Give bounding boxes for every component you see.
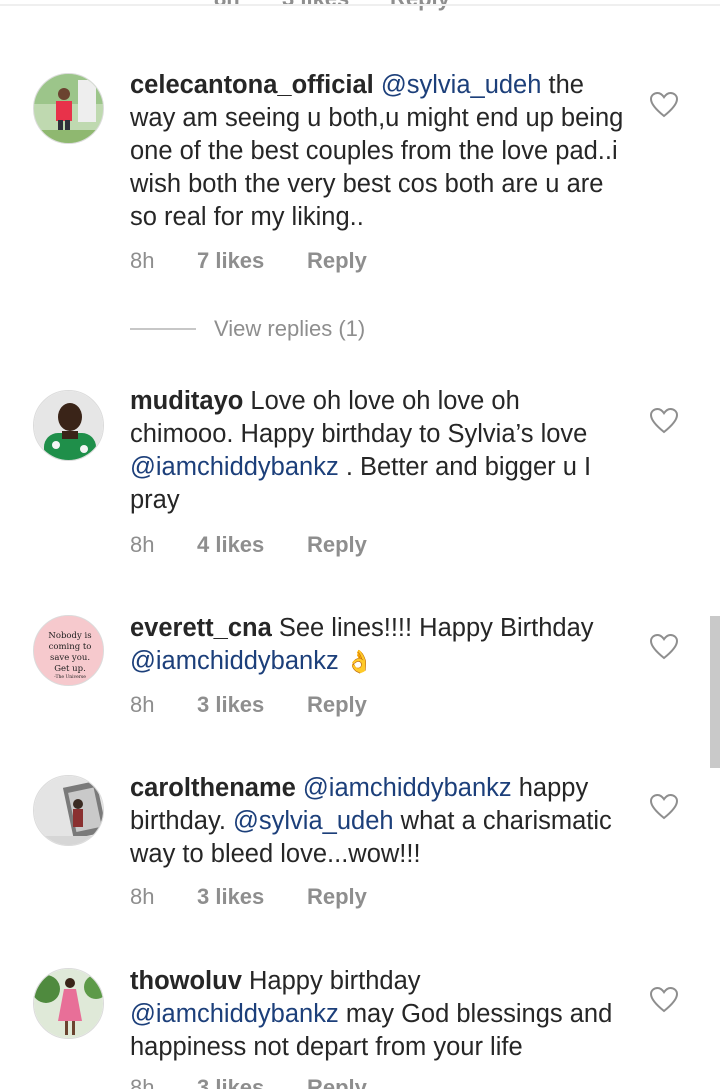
- view-replies-label[interactable]: View replies (1): [214, 316, 365, 342]
- comment-likes[interactable]: 7 likes: [197, 248, 264, 274]
- comment-text: thowoluv Happy birthday @iamchiddybankz …: [130, 965, 630, 1064]
- comment-time: 8h: [214, 0, 240, 12]
- username[interactable]: everett_cna: [130, 614, 272, 642]
- comment-likes[interactable]: 3 likes: [197, 1075, 264, 1089]
- ok-hand-emoji-icon: 👌: [345, 649, 374, 674]
- mention-link[interactable]: @sylvia_udeh: [381, 71, 542, 99]
- avatar[interactable]: [33, 968, 104, 1039]
- comment-time: 8h: [130, 692, 155, 717]
- comment-likes[interactable]: 3 likes: [197, 884, 264, 910]
- like-heart-icon[interactable]: [649, 793, 679, 820]
- comment-body: Happy birthday: [241, 967, 421, 995]
- like-heart-icon[interactable]: [649, 633, 679, 660]
- username[interactable]: thowoluv: [130, 967, 242, 995]
- avatar-quote-line: coming to: [49, 642, 92, 652]
- reply-button[interactable]: Reply: [307, 884, 367, 910]
- like-heart-icon[interactable]: [649, 986, 679, 1013]
- comment-likes[interactable]: 3 likes: [282, 0, 349, 12]
- mention-link[interactable]: @iamchiddybankz: [130, 1000, 339, 1028]
- comment-body: See lines!!!! Happy Birthday: [271, 614, 594, 642]
- spacer-text: [296, 774, 303, 802]
- mention-link[interactable]: @iamchiddybankz: [303, 774, 512, 802]
- comment-time: 8h: [130, 532, 155, 557]
- avatar[interactable]: [33, 390, 104, 461]
- comment-likes[interactable]: 3 likes: [197, 692, 264, 718]
- reply-button[interactable]: Reply: [307, 692, 367, 718]
- avatar-quote-line: Nobody is: [48, 631, 91, 641]
- username[interactable]: celecantona_official: [130, 71, 374, 99]
- comments-screen: 8h 3 likes Reply celecantona_official @s…: [0, 0, 720, 1089]
- view-replies-button[interactable]: View replies (1): [130, 316, 430, 346]
- avatar-quote-line: save you.: [50, 653, 90, 663]
- mention-link[interactable]: @iamchiddybankz: [130, 453, 339, 481]
- username[interactable]: carolthename: [130, 774, 296, 802]
- avatar[interactable]: [33, 775, 104, 846]
- comment-time: 8h: [130, 248, 155, 273]
- avatar[interactable]: Nobody is coming to save you. Get up. -T…: [33, 615, 104, 686]
- comment-time: 8h: [130, 884, 155, 909]
- comment-likes[interactable]: 4 likes: [197, 532, 264, 558]
- reply-button[interactable]: Reply: [307, 248, 367, 274]
- mention-link[interactable]: @iamchiddybankz: [130, 647, 339, 675]
- reply-button[interactable]: Reply: [307, 532, 367, 558]
- view-replies-line: [130, 328, 196, 330]
- avatar-quote-line: -The Universe: [54, 674, 86, 680]
- avatar-quote-line: Get up.: [54, 664, 86, 674]
- comment-text: carolthename @iamchiddybankz happy birth…: [130, 772, 630, 871]
- mention-link[interactable]: @sylvia_udeh: [233, 807, 394, 835]
- reply-button[interactable]: Reply: [390, 0, 450, 12]
- comment-text: muditayo Love oh love oh love oh chimooo…: [130, 385, 630, 517]
- like-heart-icon[interactable]: [649, 91, 679, 118]
- comment-text: everett_cna See lines!!!! Happy Birthday…: [130, 612, 630, 678]
- reply-button[interactable]: Reply: [307, 1075, 367, 1089]
- like-heart-icon[interactable]: [649, 407, 679, 434]
- comment-time: 8h: [130, 1075, 155, 1089]
- username[interactable]: muditayo: [130, 387, 243, 415]
- divider: [0, 4, 720, 6]
- avatar[interactable]: [33, 73, 104, 144]
- comment-text: celecantona_official @sylvia_udeh the wa…: [130, 69, 630, 234]
- scrollbar-thumb[interactable]: [710, 616, 720, 768]
